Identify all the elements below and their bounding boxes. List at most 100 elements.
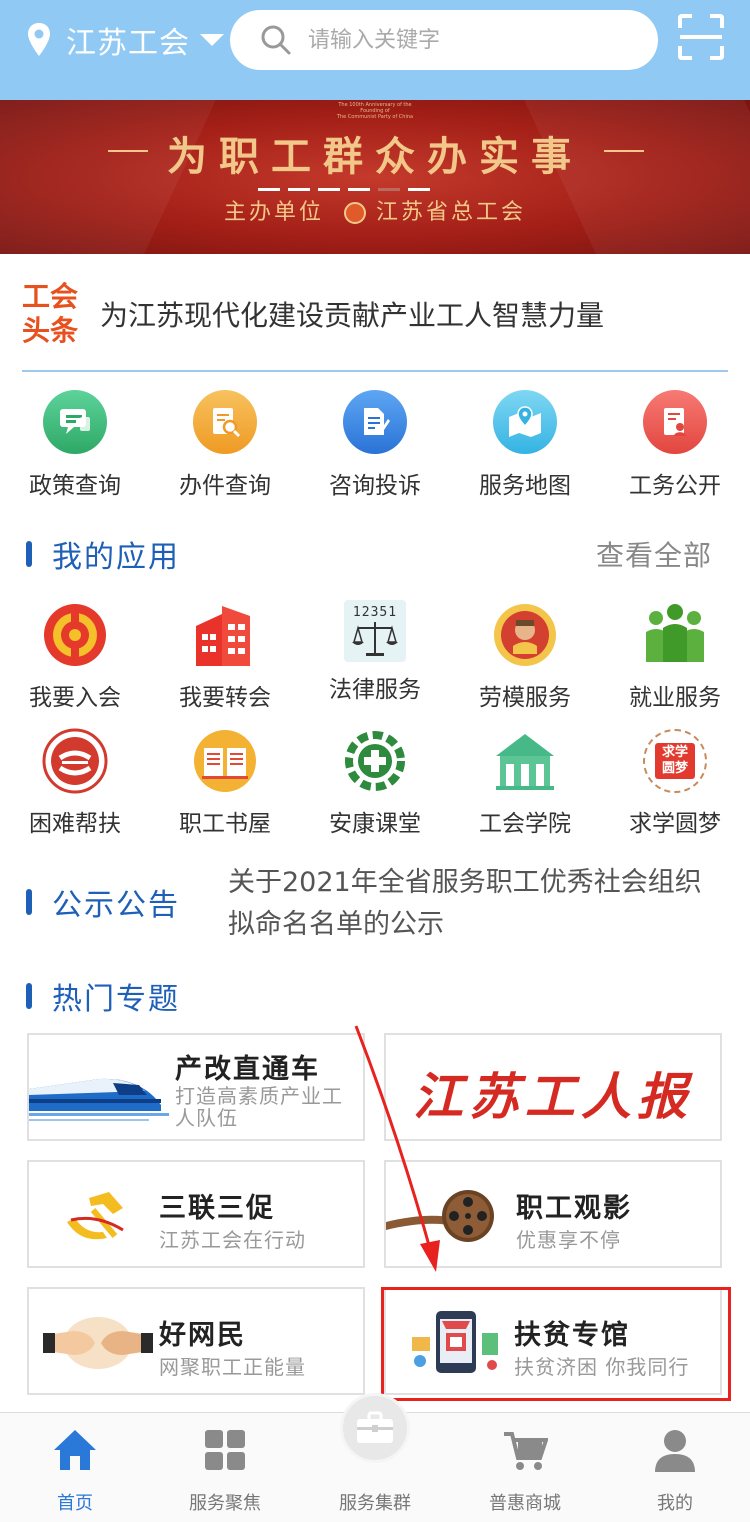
app-union-academy[interactable]: 工会学院 bbox=[450, 726, 600, 838]
topic-card-netizen[interactable]: 好网民 网聚职工正能量 bbox=[27, 1287, 365, 1395]
fist-bump-icon bbox=[43, 1317, 153, 1369]
union-emblem-icon bbox=[344, 202, 366, 224]
app-worker-library[interactable]: 职工书屋 bbox=[150, 726, 300, 838]
party-emblem-icon bbox=[67, 1192, 124, 1240]
topic-subtitle: 江苏工会在行动 bbox=[159, 1228, 306, 1252]
headline-text[interactable]: 为江苏现代化建设贡献产业工人智慧力量 bbox=[100, 294, 604, 334]
app-hardship-aid[interactable]: 困难帮扶 bbox=[0, 726, 150, 838]
carousel-dot-active[interactable] bbox=[378, 188, 400, 191]
tab-home[interactable]: 首页 bbox=[0, 1413, 150, 1515]
briefcase-icon bbox=[357, 1411, 393, 1443]
banner-caption-line: The 100th Anniversary of the Founding of bbox=[338, 102, 412, 114]
topics-section-title: 热门专题 bbox=[26, 976, 180, 1017]
headline-tag-line: 工会 bbox=[22, 280, 79, 313]
tab-service-focus[interactable]: 服务聚焦 bbox=[150, 1413, 300, 1515]
search-bar[interactable] bbox=[230, 10, 658, 70]
quick-item-label: 服务地图 bbox=[479, 473, 571, 499]
app-label: 工会学院 bbox=[479, 811, 571, 837]
app-label: 职工书屋 bbox=[179, 811, 271, 837]
notice-section-title: 公示公告 bbox=[26, 882, 180, 923]
topic-title: 好网民 bbox=[159, 1320, 246, 1351]
highlight-box bbox=[381, 1287, 731, 1401]
user-icon bbox=[650, 1425, 700, 1475]
app-label: 就业服务 bbox=[629, 685, 721, 711]
app-legal-service[interactable]: 12351 法律服务 bbox=[300, 600, 450, 704]
cart-icon bbox=[500, 1425, 550, 1475]
app-transfer-union[interactable]: 我要转会 bbox=[150, 600, 300, 712]
carousel-dot[interactable] bbox=[258, 188, 280, 191]
app-model-worker[interactable]: 劳模服务 bbox=[450, 600, 600, 712]
union-emblem-icon bbox=[40, 600, 110, 670]
headline-news[interactable]: 工会 头条 为江苏现代化建设贡献产业工人智慧力量 bbox=[22, 276, 728, 372]
train-icon bbox=[29, 1078, 169, 1121]
topic-subtitle: 优惠享不停 bbox=[516, 1228, 621, 1252]
top-header: 江苏工会 bbox=[0, 0, 750, 100]
carousel-dot[interactable] bbox=[288, 188, 310, 191]
location-label: 江苏工会 bbox=[66, 26, 190, 61]
edit-doc-icon bbox=[343, 390, 407, 454]
app-study-dream[interactable]: 求学圆梦 求学圆梦 bbox=[600, 726, 750, 838]
pointer-arrow bbox=[354, 1025, 440, 1272]
tab-label: 服务聚焦 bbox=[189, 1493, 261, 1514]
quick-item-progress[interactable]: 办件查询 bbox=[150, 390, 300, 500]
banner-caption-line: The Communist Party of China bbox=[336, 114, 414, 120]
app-employment[interactable]: 就业服务 bbox=[600, 600, 750, 712]
chevron-down-icon bbox=[200, 34, 224, 46]
section-marker bbox=[26, 889, 32, 915]
tab-label: 我的 bbox=[657, 1493, 693, 1514]
tab-label: 首页 bbox=[57, 1493, 93, 1514]
carousel-dot[interactable] bbox=[348, 188, 370, 191]
chat-icon bbox=[43, 390, 107, 454]
model-worker-icon bbox=[490, 600, 560, 670]
tab-profile[interactable]: 我的 bbox=[600, 1413, 750, 1515]
app-label: 求学圆梦 bbox=[629, 811, 721, 837]
app-label: 劳模服务 bbox=[479, 685, 571, 711]
location-selector[interactable]: 江苏工会 bbox=[26, 20, 224, 61]
search-input[interactable] bbox=[308, 27, 608, 53]
topic-subtitle: 网聚职工正能量 bbox=[159, 1355, 306, 1379]
app-join-union[interactable]: 我要入会 bbox=[0, 600, 150, 712]
section-title: 热门专题 bbox=[52, 982, 180, 1017]
topic-card-party[interactable]: 三联三促 江苏工会在行动 bbox=[27, 1160, 365, 1268]
notice-item[interactable]: 关于2021年全省服务职工优秀社会组织拟命名名单的公示 bbox=[228, 862, 708, 946]
banner-divider bbox=[604, 150, 644, 152]
quick-item-label: 咨询投诉 bbox=[329, 473, 421, 499]
view-all-link[interactable]: 查看全部 bbox=[596, 534, 712, 574]
service-cluster-button[interactable] bbox=[340, 1393, 410, 1463]
quick-item-label: 办件查询 bbox=[179, 473, 271, 499]
app-health-class[interactable]: 安康课堂 bbox=[300, 726, 450, 838]
banner-slogan: 为职工群众办实事 bbox=[167, 134, 583, 180]
topic-card-reform[interactable]: 产改直通车 打造高素质产业工人队伍 bbox=[27, 1033, 365, 1141]
people-group-icon bbox=[640, 600, 710, 670]
academy-icon bbox=[490, 726, 560, 796]
help-emblem-icon bbox=[40, 726, 110, 796]
topic-subtitle: 打造高素质产业工人队伍 bbox=[175, 1084, 343, 1130]
app-label: 安康课堂 bbox=[329, 811, 421, 837]
quick-item-consult[interactable]: 咨询投诉 bbox=[300, 390, 450, 500]
quick-item-map[interactable]: 服务地图 bbox=[450, 390, 600, 500]
study-dream-badge: 求学圆梦 bbox=[655, 743, 695, 779]
promo-banner[interactable]: The 100th Anniversary of the Founding of… bbox=[0, 100, 750, 254]
quick-item-policy[interactable]: 政策查询 bbox=[0, 390, 150, 500]
tab-label: 服务集群 bbox=[339, 1493, 411, 1514]
tab-label: 普惠商城 bbox=[489, 1493, 561, 1514]
carousel-dot[interactable] bbox=[408, 188, 430, 191]
hotline-badge: 12351 bbox=[352, 604, 398, 620]
topic-title: 产改直通车 bbox=[175, 1054, 320, 1085]
quick-services: 政策查询 办件查询 咨询投诉 服务地图 工务公开 bbox=[0, 390, 750, 500]
my-apps-section-title: 我的应用 bbox=[26, 534, 180, 575]
location-pin-icon bbox=[28, 23, 50, 56]
quick-item-label: 工务公开 bbox=[629, 473, 721, 499]
banner-caption: The 100th Anniversary of the Founding of… bbox=[330, 102, 420, 120]
topic-title: 三联三促 bbox=[159, 1193, 275, 1224]
home-icon bbox=[50, 1425, 100, 1475]
section-title: 我的应用 bbox=[52, 540, 180, 575]
app-label: 我要入会 bbox=[29, 685, 121, 711]
scan-icon[interactable] bbox=[678, 14, 724, 60]
tab-mall[interactable]: 普惠商城 bbox=[450, 1413, 600, 1515]
health-gear-icon bbox=[340, 726, 410, 796]
headline-tag-line: 头条 bbox=[22, 314, 79, 347]
carousel-dot[interactable] bbox=[318, 188, 340, 191]
map-icon bbox=[493, 390, 557, 454]
quick-item-public[interactable]: 工务公开 bbox=[600, 390, 750, 500]
